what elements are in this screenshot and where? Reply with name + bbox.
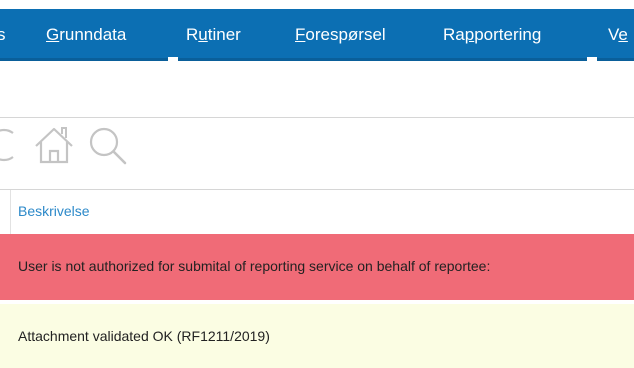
menu-item-text: portering: [474, 25, 542, 44]
menu-item-foresporsel[interactable]: Forespørsel: [295, 25, 386, 45]
column-separator: [10, 190, 11, 234]
menu-item-text: orespørsel: [305, 25, 386, 44]
table-header-row: Beskrivelse: [0, 190, 634, 234]
search-icon[interactable]: [87, 125, 131, 167]
table-row[interactable]: User is not authorized for submital of r…: [0, 234, 634, 300]
refresh-icon[interactable]: [0, 125, 20, 165]
menu-item-rutiner[interactable]: Rutiner: [186, 25, 241, 45]
menu-marker: [587, 57, 597, 61]
menu-item-rapportering[interactable]: Rapportering: [443, 25, 541, 45]
menu-item-mnemonic: p: [464, 25, 475, 44]
menu-item-text: R: [186, 25, 199, 44]
row-description: User is not authorized for submital of r…: [18, 258, 491, 274]
row-description: Attachment validated OK (RF1211/2019): [18, 328, 270, 344]
menu-item-grunndata[interactable]: Grunndata: [46, 25, 126, 45]
main-menu-bar: s Grunndata Rutiner Forespørsel Rapporte…: [0, 9, 634, 61]
menu-bar-bottom-edge: [0, 58, 634, 61]
menu-marker: [168, 57, 178, 61]
window-title-strip: [0, 0, 634, 9]
menu-item-text: V: [608, 25, 619, 44]
table-row[interactable]: Attachment validated OK (RF1211/2019): [0, 304, 634, 368]
menu-item-text: s: [0, 25, 6, 44]
menu-item-text: tiner: [207, 25, 241, 44]
menu-item-mnemonic: u: [198, 25, 208, 44]
menu-item-text: runndata: [59, 25, 127, 44]
menu-item-partial-right[interactable]: Ve: [608, 25, 628, 45]
menu-item-mnemonic: G: [46, 25, 60, 44]
menu-item-mnemonic: e: [618, 25, 628, 44]
menu-item-partial-left[interactable]: s: [0, 25, 6, 45]
menu-item-mnemonic: F: [295, 25, 306, 44]
menu-item-text: Ra: [443, 25, 465, 44]
home-icon[interactable]: [33, 125, 75, 165]
column-header-beskrivelse[interactable]: Beskrivelse: [18, 203, 90, 219]
